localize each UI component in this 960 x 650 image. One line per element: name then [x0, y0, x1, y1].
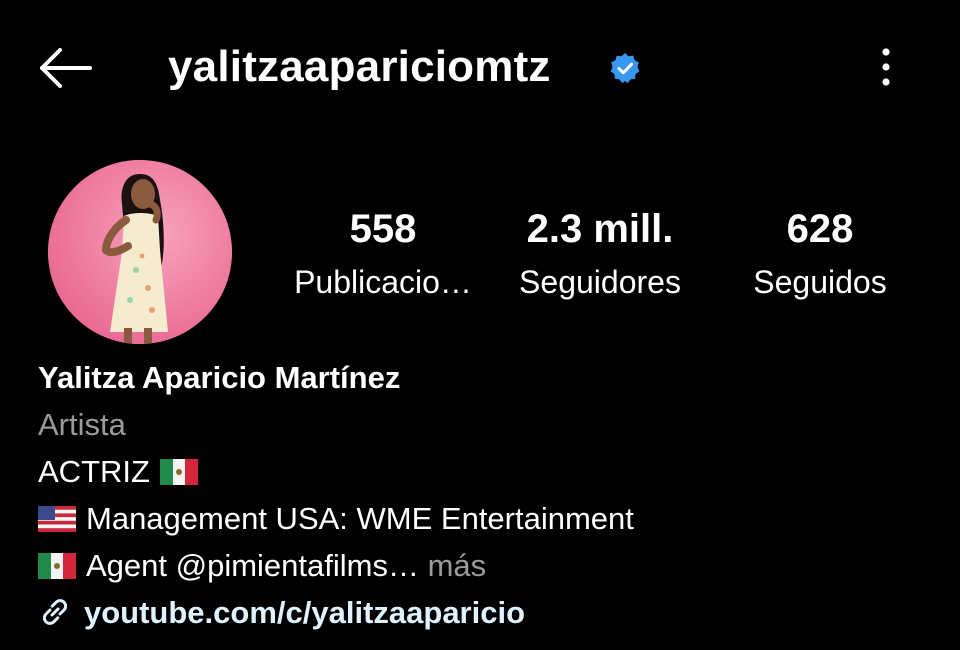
- bio-line1-text: ACTRIZ: [38, 454, 150, 489]
- profile-category: Artista: [38, 407, 126, 442]
- following-count[interactable]: 628 Seguidos: [740, 206, 900, 302]
- bio-line-management: Management USA: WME Entertainment: [38, 495, 938, 542]
- profile-link[interactable]: youtube.com/c/yalitzaaparicio: [38, 589, 938, 636]
- mexico-flag-icon: [38, 553, 76, 579]
- followers-value: 2.3 mill.: [526, 207, 674, 251]
- posts-value: 558: [349, 207, 417, 251]
- following-label: Seguidos: [753, 264, 887, 300]
- profile-avatar[interactable]: [48, 160, 232, 344]
- more-vertical-icon: [882, 48, 890, 86]
- followers-label: Seguidores: [519, 264, 681, 300]
- link-icon: [42, 599, 68, 625]
- verified-badge-icon: [610, 53, 640, 84]
- bio-line2-text: Management USA: WME Entertainment: [86, 501, 634, 536]
- bio-line-agent: Agent @pimientafilms… más: [38, 542, 938, 589]
- posts-count[interactable]: 558 Publicacio…: [280, 206, 486, 302]
- more-link[interactable]: más: [428, 548, 487, 583]
- avatar-photo: [48, 160, 232, 344]
- bio-line-actress: ACTRIZ: [38, 448, 938, 495]
- following-value: 628: [786, 207, 854, 251]
- top-bar: yalitzaapariciomtz: [0, 0, 960, 130]
- back-button[interactable]: [36, 44, 96, 94]
- posts-label: Publicacio…: [294, 264, 472, 300]
- usa-flag-icon: [38, 506, 76, 532]
- more-options-button[interactable]: [870, 42, 902, 92]
- profile-username: yalitzaapariciomtz: [168, 42, 551, 91]
- followers-count[interactable]: 2.3 mill. Seguidores: [500, 206, 700, 302]
- arrow-left-icon: [40, 48, 92, 88]
- mexico-flag-icon: [159, 459, 198, 485]
- profile-link-text[interactable]: youtube.com/c/yalitzaaparicio: [84, 595, 525, 630]
- profile-full-name: Yalitza Aparicio Martínez: [38, 360, 401, 395]
- bio-line3-text: Agent @pimientafilms…: [86, 548, 419, 583]
- profile-bio: Yalitza Aparicio Martínez Artista ACTRIZ…: [38, 354, 938, 636]
